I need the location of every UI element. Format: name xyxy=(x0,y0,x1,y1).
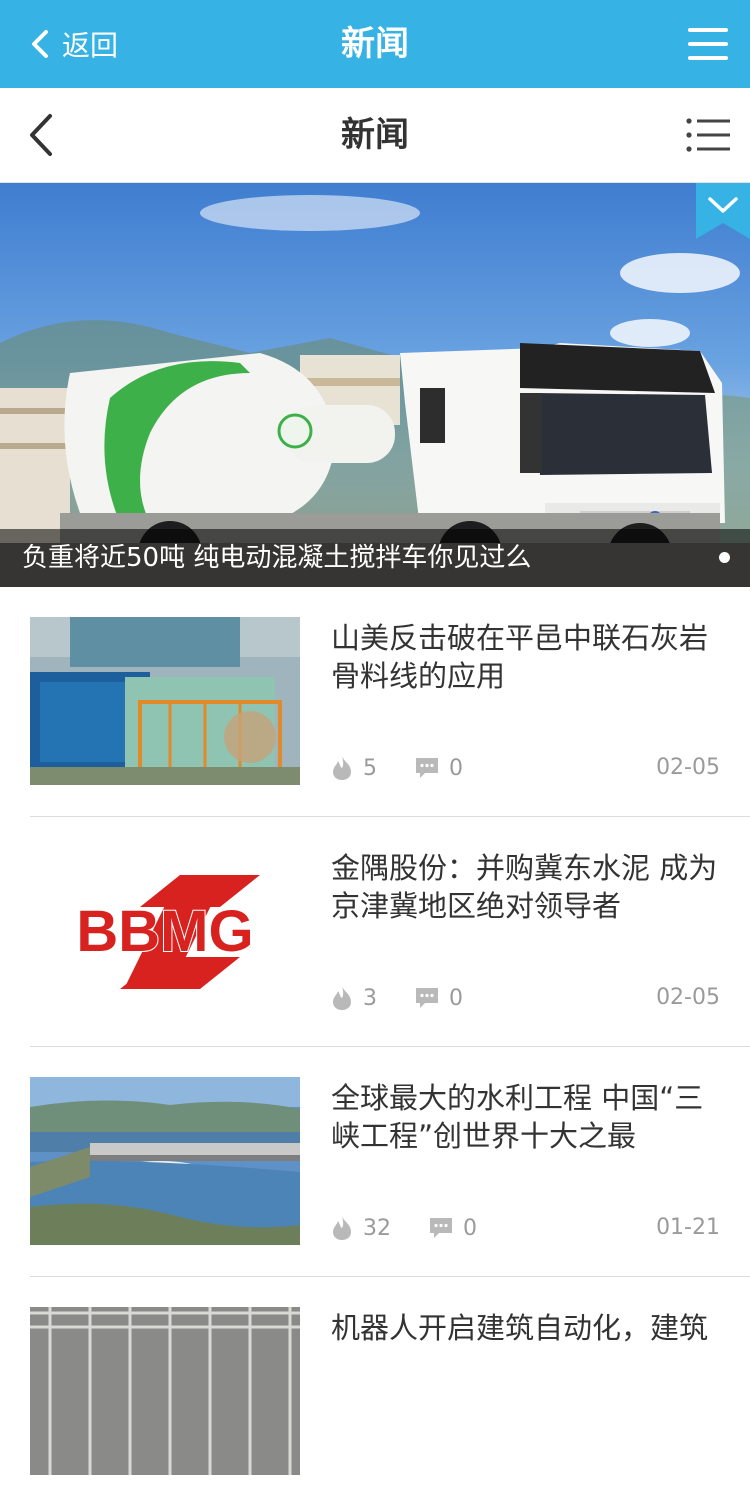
comment-count: 0 xyxy=(429,1213,477,1243)
news-title[interactable]: 山美反击破在平邑中联石灰岩骨料线的应用 xyxy=(331,619,725,695)
news-thumbnail xyxy=(30,1077,300,1245)
app-bar: 返回 新闻 xyxy=(0,0,750,88)
flame-icon xyxy=(333,756,351,780)
news-title[interactable]: 全球最大的水利工程 中国“三峡工程”创世界十大之最 xyxy=(331,1079,725,1155)
news-thumbnail xyxy=(30,617,300,785)
chevron-down-icon[interactable] xyxy=(696,183,750,239)
view-count-value: 5 xyxy=(363,755,377,781)
section-header: 新闻 xyxy=(0,88,750,183)
view-count: 3 xyxy=(331,983,377,1013)
carousel-indicator[interactable] xyxy=(719,552,730,563)
flame-icon xyxy=(333,1216,351,1240)
news-meta: 5 0 02-05 xyxy=(331,753,720,783)
page-title: 新闻 xyxy=(341,115,409,155)
banner-caption: 负重将近50吨 纯电动混凝土搅拌车你见过么 xyxy=(0,529,750,587)
comment-icon xyxy=(430,1218,452,1238)
comment-icon xyxy=(416,988,438,1008)
comment-count: 0 xyxy=(415,983,463,1013)
comment-count-value: 0 xyxy=(463,1215,477,1241)
comment-count-value: 0 xyxy=(449,755,463,781)
news-date: 01-21 xyxy=(656,1215,720,1240)
news-item[interactable]: BBMG 金隅股份：并购冀东水泥 成为京津冀地区绝对领导者 3 0 02-05 xyxy=(0,817,750,1047)
hamburger-menu-icon[interactable] xyxy=(688,24,728,64)
view-count: 5 xyxy=(331,753,377,783)
news-date: 02-05 xyxy=(656,985,720,1010)
news-thumbnail xyxy=(30,1307,300,1475)
news-item[interactable]: 山美反击破在平邑中联石灰岩骨料线的应用 5 0 02-05 xyxy=(0,587,750,817)
news-meta: 32 0 01-21 xyxy=(331,1213,720,1243)
news-title[interactable]: 机器人开启建筑自动化，建筑 xyxy=(331,1309,725,1347)
comment-count-value: 0 xyxy=(449,985,463,1011)
news-date: 02-05 xyxy=(656,755,720,780)
view-count: 32 xyxy=(331,1213,391,1243)
news-thumbnail: BBMG xyxy=(30,847,300,1015)
bbmg-logo-text: BBMG xyxy=(76,899,253,964)
news-meta: 3 0 02-05 xyxy=(331,983,720,1013)
news-item[interactable]: 机器人开启建筑自动化，建筑 xyxy=(0,1277,750,1507)
banner-image xyxy=(0,195,750,587)
app-title: 新闻 xyxy=(341,24,409,64)
news-item[interactable]: 全球最大的水利工程 中国“三峡工程”创世界十大之最 32 0 01-21 xyxy=(0,1047,750,1277)
view-count-value: 32 xyxy=(363,1215,391,1241)
news-list: 山美反击破在平邑中联石灰岩骨料线的应用 5 0 02-05 BBMG 金隅股份：… xyxy=(0,587,750,1507)
comment-icon xyxy=(416,758,438,778)
view-count-value: 3 xyxy=(363,985,377,1011)
flame-icon xyxy=(333,986,351,1010)
list-menu-icon[interactable] xyxy=(686,116,730,154)
comment-count: 0 xyxy=(415,753,463,783)
news-title[interactable]: 金隅股份：并购冀东水泥 成为京津冀地区绝对领导者 xyxy=(331,849,725,925)
banner-carousel[interactable]: 负重将近50吨 纯电动混凝土搅拌车你见过么 xyxy=(0,183,750,587)
